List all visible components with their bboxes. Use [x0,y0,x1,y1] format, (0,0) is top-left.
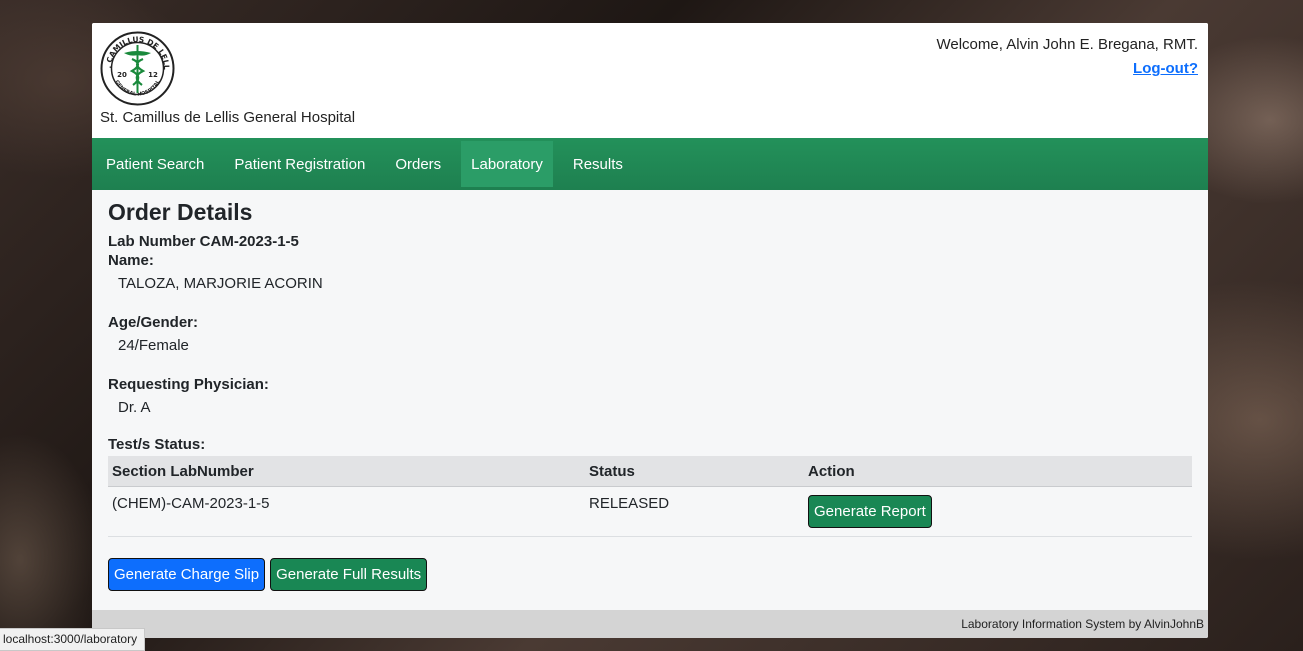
hospital-logo: ST. CAMILLUS DE LELLIS GENERAL HOSPITAL … [100,31,175,106]
tests-status-label: Test/s Status: [108,436,206,453]
nav-results[interactable]: Results [558,141,638,187]
logo-right-number: 12 [148,71,158,79]
action-cell: Generate Report [804,486,1192,537]
column-header-section: Section LabNumber [108,456,585,487]
order-details-section: Order Details Lab Number CAM-2023-1-5 Na… [108,190,1192,591]
generate-report-button[interactable]: Generate Report [808,495,932,528]
column-header-action: Action [804,456,1192,487]
physician-value: Dr. A [118,399,151,416]
welcome-text: Welcome, Alvin John E. Bregana, RMT. [936,36,1198,53]
nav-orders[interactable]: Orders [380,141,456,187]
age-gender-value: 24/Female [118,337,189,354]
status-cell: RELEASED [585,486,804,537]
hospital-name: St. Camillus de Lellis General Hospital [100,109,356,126]
logout-link[interactable]: Log-out? [1133,60,1198,77]
column-header-status: Status [585,456,804,487]
nav-patient-search[interactable]: Patient Search [92,141,219,187]
name-label: Name: [108,252,154,269]
bottom-actions: Generate Charge Slip Generate Full Resul… [108,558,1192,591]
footer: Laboratory Information System by AlvinJo… [92,610,1208,638]
lab-number: Lab Number CAM-2023-1-5 [108,233,299,250]
table-row: (CHEM)-CAM-2023-1-5 RELEASED Generate Re… [108,486,1192,537]
browser-status-bar: localhost:3000/laboratory [0,628,146,651]
age-gender-label: Age/Gender: [108,314,199,331]
physician-label: Requesting Physician: [108,376,269,393]
logo-left-number: 20 [117,71,127,79]
main-navbar: Patient Search Patient Registration Orde… [92,138,1208,190]
main-card: ST. CAMILLUS DE LELLIS GENERAL HOSPITAL … [92,23,1208,638]
page-title: Order Details [108,199,253,225]
test-status-table: Section LabNumber Status Action (CHEM)-C… [108,456,1192,537]
generate-full-results-button[interactable]: Generate Full Results [270,558,428,591]
section-lab-number-cell: (CHEM)-CAM-2023-1-5 [108,486,585,537]
generate-charge-slip-button[interactable]: Generate Charge Slip [108,558,266,591]
nav-patient-registration[interactable]: Patient Registration [219,141,380,187]
header: ST. CAMILLUS DE LELLIS GENERAL HOSPITAL … [92,23,1208,138]
nav-laboratory[interactable]: Laboratory [461,141,553,187]
name-value: TALOZA, MARJORIE ACORIN [118,275,323,292]
